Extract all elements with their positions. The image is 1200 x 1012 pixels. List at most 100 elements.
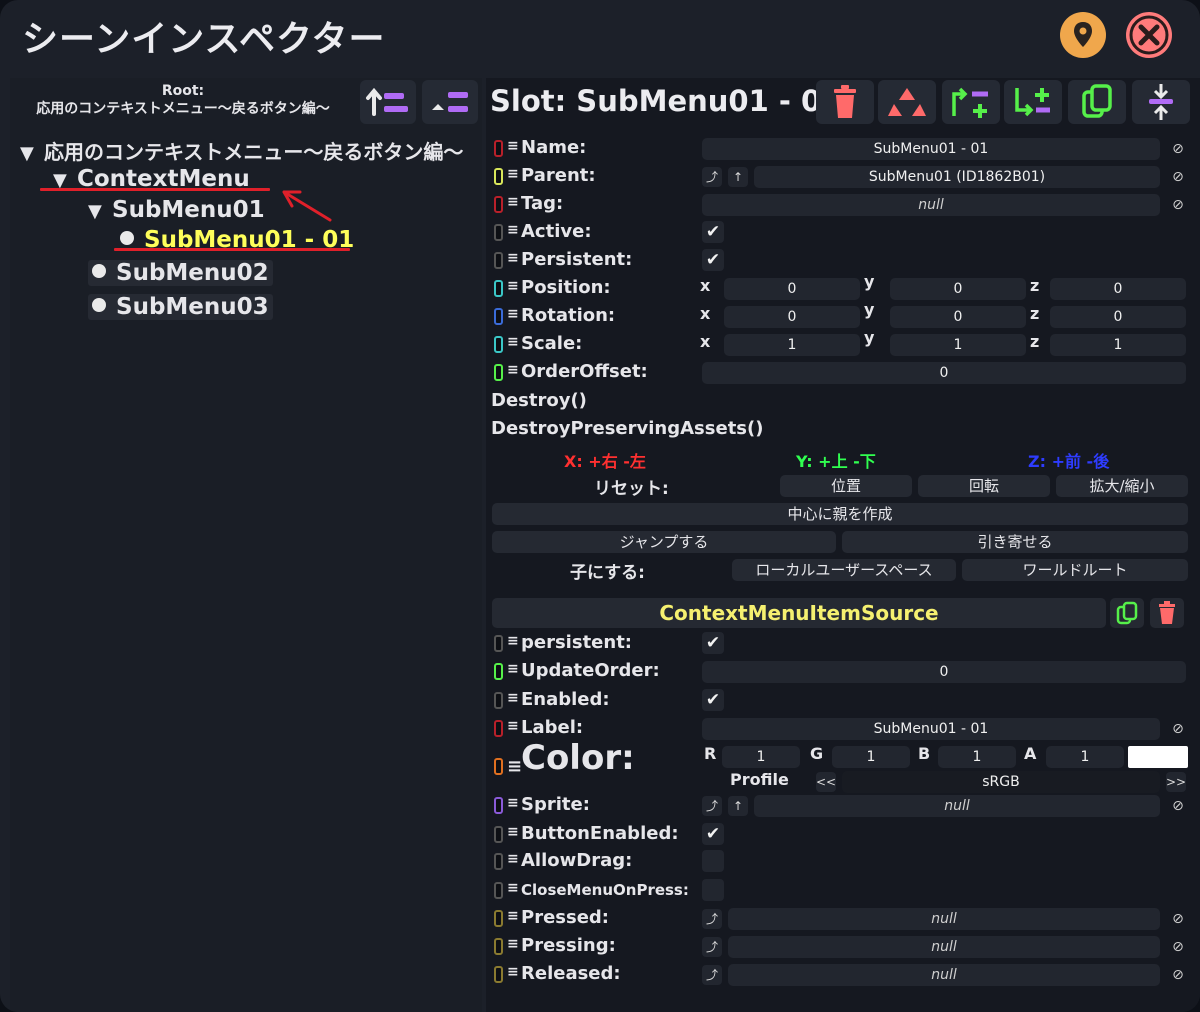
rotation-y-input[interactable]: 0 bbox=[890, 306, 1026, 328]
hierarchy-expand-button[interactable] bbox=[422, 80, 478, 124]
drag-grip-icon[interactable]: ≡ bbox=[507, 908, 519, 924]
pin-button[interactable] bbox=[1060, 12, 1106, 58]
clear-icon[interactable]: ⊘ bbox=[1168, 167, 1188, 187]
color-a-input[interactable]: 1 bbox=[1046, 746, 1124, 768]
tree-item-submenu02[interactable]: SubMenu02 bbox=[88, 260, 273, 286]
drag-grip-icon[interactable]: ≡ bbox=[507, 278, 519, 294]
drag-grip-icon[interactable]: ≡ bbox=[507, 166, 519, 182]
button-enabled-checkbox[interactable]: ✔ bbox=[702, 823, 724, 845]
allow-drag-checkbox[interactable] bbox=[702, 850, 724, 872]
expand-triangle-icon[interactable]: ▼ bbox=[20, 143, 44, 164]
component-persistent-checkbox[interactable]: ✔ bbox=[702, 632, 724, 654]
reset-rotation-button[interactable]: 回転 bbox=[918, 475, 1050, 497]
component-remove-button[interactable] bbox=[1150, 598, 1184, 628]
drag-grip-icon[interactable]: ≡ bbox=[507, 306, 519, 322]
duplicate-button[interactable] bbox=[1068, 80, 1126, 124]
drag-grip-icon[interactable]: ≡ bbox=[507, 661, 519, 677]
clear-icon[interactable]: ⊘ bbox=[1168, 796, 1188, 816]
label-input[interactable]: SubMenu01 - 01 bbox=[702, 718, 1160, 740]
tree-item-submenu01[interactable]: ▼ SubMenu01 bbox=[88, 197, 265, 223]
pressing-reference-field[interactable]: null bbox=[728, 936, 1160, 958]
tree-item-submenu03[interactable]: SubMenu03 bbox=[88, 294, 273, 320]
update-order-input[interactable]: 0 bbox=[702, 661, 1186, 683]
drag-grip-icon[interactable]: ≡ bbox=[507, 633, 519, 649]
drag-grip-icon[interactable]: ≡ bbox=[507, 362, 519, 378]
close-menu-on-press-checkbox[interactable] bbox=[702, 879, 724, 901]
local-user-space-button[interactable]: ローカルユーザースペース bbox=[732, 559, 956, 581]
drag-grip-icon[interactable]: ≡ bbox=[507, 880, 519, 896]
component-duplicate-button[interactable] bbox=[1110, 598, 1144, 628]
drag-grip-icon[interactable]: ≡ bbox=[507, 334, 519, 350]
position-z-input[interactable]: 0 bbox=[1050, 278, 1186, 300]
up-arrow-icon[interactable]: ↑ bbox=[728, 167, 748, 187]
sprite-reference-field[interactable]: null bbox=[754, 795, 1160, 817]
jump-to-icon[interactable]: ⤴ bbox=[702, 909, 722, 929]
add-parent-button[interactable] bbox=[942, 80, 1000, 124]
scale-x-input[interactable]: 1 bbox=[724, 334, 860, 356]
reset-position-button[interactable]: 位置 bbox=[780, 475, 912, 497]
destroy-preserving-assets-button[interactable]: DestroyPreservingAssets() bbox=[491, 418, 763, 439]
drag-grip-icon[interactable]: ≡ bbox=[507, 824, 519, 840]
clear-icon[interactable]: ⊘ bbox=[1168, 937, 1188, 957]
jump-to-icon[interactable]: ⤴ bbox=[702, 965, 722, 985]
jump-to-icon[interactable]: ⤴ bbox=[702, 167, 722, 187]
color-b-input[interactable]: 1 bbox=[938, 746, 1016, 768]
drag-grip-icon[interactable]: ≡ bbox=[507, 795, 519, 811]
create-parent-at-center-button[interactable]: 中心に親を作成 bbox=[492, 503, 1188, 525]
collapse-button[interactable] bbox=[1132, 80, 1190, 124]
drag-grip-icon[interactable]: ≡ bbox=[507, 756, 522, 777]
destroy-method-button[interactable]: Destroy() bbox=[491, 390, 587, 411]
profile-prev-icon[interactable]: << bbox=[816, 772, 836, 792]
recycle-button[interactable] bbox=[878, 80, 936, 124]
field-label: Released: bbox=[521, 963, 621, 984]
clear-icon[interactable]: ⊘ bbox=[1168, 909, 1188, 929]
drag-grip-icon[interactable]: ≡ bbox=[507, 690, 519, 706]
component-title[interactable]: ContextMenuItemSource bbox=[492, 598, 1106, 628]
pull-button[interactable]: 引き寄せる bbox=[842, 531, 1188, 553]
tree-item-root[interactable]: ▼ 応用のコンテキストメニュー〜戻るボタン編〜 bbox=[20, 136, 463, 165]
close-button[interactable] bbox=[1126, 12, 1172, 58]
destroy-button[interactable] bbox=[816, 80, 874, 124]
rotation-z-input[interactable]: 0 bbox=[1050, 306, 1186, 328]
color-profile-field[interactable]: sRGB bbox=[842, 771, 1160, 793]
parent-reference-field[interactable]: SubMenu01 (ID1862B01) bbox=[754, 166, 1160, 188]
position-x-input[interactable]: 0 bbox=[724, 278, 860, 300]
drag-grip-icon[interactable]: ≡ bbox=[507, 851, 519, 867]
name-input[interactable]: SubMenu01 - 01 bbox=[702, 138, 1160, 160]
drag-grip-icon[interactable]: ≡ bbox=[507, 936, 519, 952]
clear-icon[interactable]: ⊘ bbox=[1168, 195, 1188, 215]
color-g-input[interactable]: 1 bbox=[832, 746, 910, 768]
rotation-x-input[interactable]: 0 bbox=[724, 306, 860, 328]
drag-grip-icon[interactable]: ≡ bbox=[507, 138, 519, 154]
enabled-checkbox[interactable]: ✔ bbox=[702, 689, 724, 711]
hierarchy-up-button[interactable] bbox=[360, 80, 416, 124]
scale-z-input[interactable]: 1 bbox=[1050, 334, 1186, 356]
reset-scale-button[interactable]: 拡大/縮小 bbox=[1056, 475, 1188, 497]
drag-grip-icon[interactable]: ≡ bbox=[507, 222, 519, 238]
jump-to-icon[interactable]: ⤴ bbox=[702, 796, 722, 816]
pressed-reference-field[interactable]: null bbox=[728, 908, 1160, 930]
position-y-input[interactable]: 0 bbox=[890, 278, 1026, 300]
persistent-checkbox[interactable]: ✔ bbox=[702, 249, 724, 271]
up-arrow-icon[interactable]: ↑ bbox=[728, 796, 748, 816]
add-child-button[interactable] bbox=[1004, 80, 1062, 124]
drag-grip-icon[interactable]: ≡ bbox=[507, 194, 519, 210]
jump-to-icon[interactable]: ⤴ bbox=[702, 937, 722, 957]
expand-triangle-icon[interactable]: ▼ bbox=[88, 201, 112, 222]
scale-y-input[interactable]: 1 bbox=[890, 334, 1026, 356]
color-swatch[interactable] bbox=[1128, 746, 1188, 768]
tag-input[interactable]: null bbox=[702, 194, 1160, 216]
jump-button[interactable]: ジャンプする bbox=[492, 531, 836, 553]
released-reference-field[interactable]: null bbox=[728, 964, 1160, 986]
active-checkbox[interactable]: ✔ bbox=[702, 221, 724, 243]
clear-icon[interactable]: ⊘ bbox=[1168, 719, 1188, 739]
drag-grip-icon[interactable]: ≡ bbox=[507, 718, 519, 734]
color-r-input[interactable]: 1 bbox=[722, 746, 800, 768]
clear-icon[interactable]: ⊘ bbox=[1168, 139, 1188, 159]
drag-grip-icon[interactable]: ≡ bbox=[507, 964, 519, 980]
drag-grip-icon[interactable]: ≡ bbox=[507, 250, 519, 266]
profile-next-icon[interactable]: >> bbox=[1166, 772, 1186, 792]
world-root-button[interactable]: ワールドルート bbox=[962, 559, 1188, 581]
order-offset-input[interactable]: 0 bbox=[702, 362, 1186, 384]
clear-icon[interactable]: ⊘ bbox=[1168, 965, 1188, 985]
